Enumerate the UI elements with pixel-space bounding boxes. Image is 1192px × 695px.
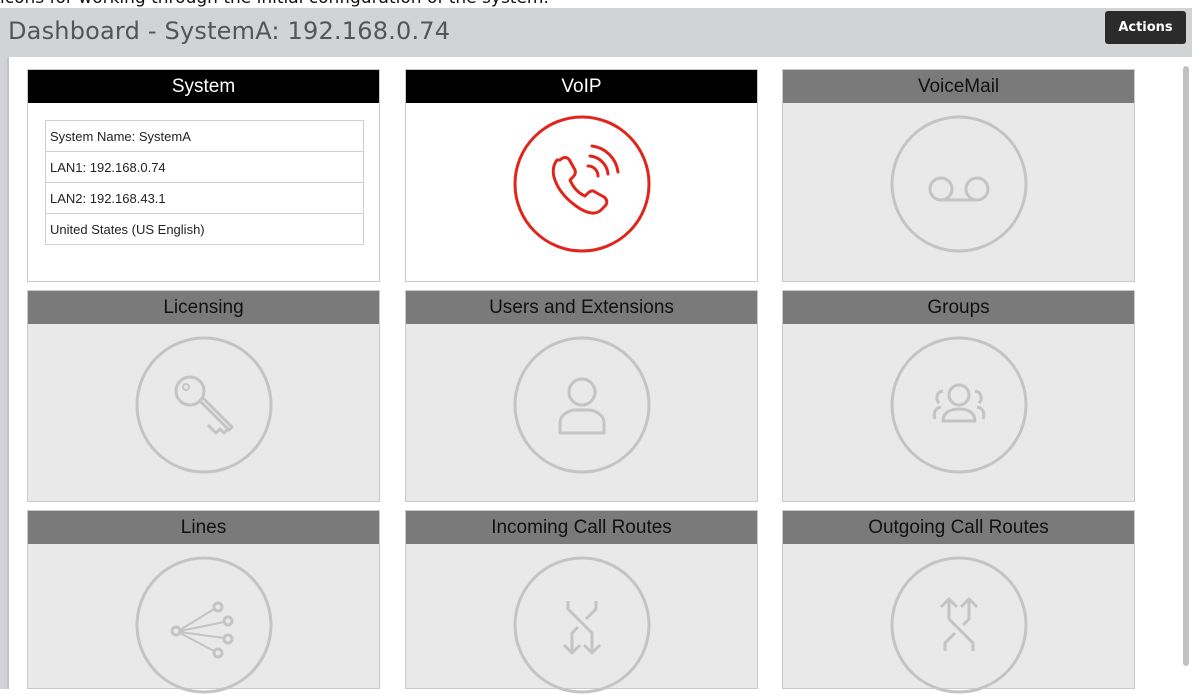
lan2-cell: LAN2: 192.168.43.1 <box>45 182 364 214</box>
tile-title-users: Users and Extensions <box>406 291 757 324</box>
table-row: LAN1: 192.168.0.74 <box>45 151 364 183</box>
tile-title-outgoing-routes: Outgoing Call Routes <box>783 511 1134 544</box>
key-icon <box>134 335 274 475</box>
tile-title-lines: Lines <box>28 511 379 544</box>
table-row: System Name: SystemA <box>45 120 364 152</box>
lines-network-icon <box>134 555 274 695</box>
tile-voip[interactable]: VoIP <box>405 69 758 282</box>
system-info-table: System Name: SystemA LAN1: 192.168.0.74 … <box>45 120 364 245</box>
tile-incoming-routes[interactable]: Incoming Call Routes <box>405 510 758 694</box>
system-name-cell: System Name: SystemA <box>45 120 364 152</box>
tile-title-voicemail: VoiceMail <box>783 70 1134 103</box>
tile-outgoing-routes[interactable]: Outgoing Call Routes <box>782 510 1135 694</box>
top-caption: icons for working through the initial co… <box>0 0 549 8</box>
table-row: United States (US English) <box>45 213 364 245</box>
user-icon <box>512 335 652 475</box>
tile-title-incoming-routes: Incoming Call Routes <box>406 511 757 544</box>
phone-ringing-icon <box>512 114 652 254</box>
locale-cell: United States (US English) <box>45 213 364 245</box>
tile-licensing[interactable]: Licensing <box>27 290 380 502</box>
scrollbar-thumb[interactable] <box>1183 66 1189 666</box>
outgoing-routes-icon <box>889 555 1029 695</box>
tile-title-licensing: Licensing <box>28 291 379 324</box>
actions-button[interactable]: Actions <box>1105 11 1186 44</box>
lan1-cell: LAN1: 192.168.0.74 <box>45 151 364 183</box>
group-icon <box>889 335 1029 475</box>
incoming-routes-icon <box>512 555 652 695</box>
table-row: LAN2: 192.168.43.1 <box>45 182 364 214</box>
tile-lines[interactable]: Lines <box>27 510 380 694</box>
tile-system[interactable]: System System Name: SystemA LAN1: 192.16… <box>27 69 380 282</box>
voicemail-icon <box>889 114 1029 254</box>
tile-title-voip: VoIP <box>406 70 757 103</box>
left-edge <box>0 57 9 689</box>
tile-title-system: System <box>28 70 379 103</box>
tile-users[interactable]: Users and Extensions <box>405 290 758 502</box>
tile-title-groups: Groups <box>783 291 1134 324</box>
tile-voicemail[interactable]: VoiceMail <box>782 69 1135 282</box>
page-title: Dashboard - SystemA: 192.168.0.74 <box>8 17 451 45</box>
tile-groups[interactable]: Groups <box>782 290 1135 502</box>
header-bar: Dashboard - SystemA: 192.168.0.74 Action… <box>0 8 1192 57</box>
